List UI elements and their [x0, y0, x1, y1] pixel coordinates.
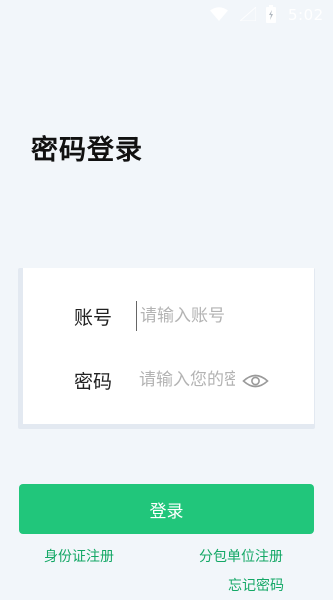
- id-card-register-link[interactable]: 身份证注册: [44, 546, 114, 566]
- password-label: 密码: [74, 371, 113, 393]
- battery-icon: [266, 5, 276, 23]
- password-input[interactable]: [136, 365, 235, 395]
- page-title: 密码登录: [31, 135, 143, 166]
- subcontractor-register-link[interactable]: 分包单位注册: [199, 546, 283, 566]
- eye-icon[interactable]: [242, 371, 269, 391]
- status-time: 5:02: [288, 6, 324, 24]
- forgot-password-link[interactable]: 忘记密码: [228, 575, 284, 595]
- status-bar: 5:02: [0, 0, 333, 30]
- signal-icon: [240, 7, 256, 21]
- account-label: 账号: [74, 307, 113, 329]
- login-button[interactable]: 登录: [19, 484, 314, 534]
- login-card: 账号 密码: [23, 268, 314, 424]
- password-row: 密码: [23, 361, 314, 401]
- account-input[interactable]: [136, 301, 250, 331]
- wifi-icon: [210, 7, 228, 21]
- account-row: 账号: [23, 297, 314, 337]
